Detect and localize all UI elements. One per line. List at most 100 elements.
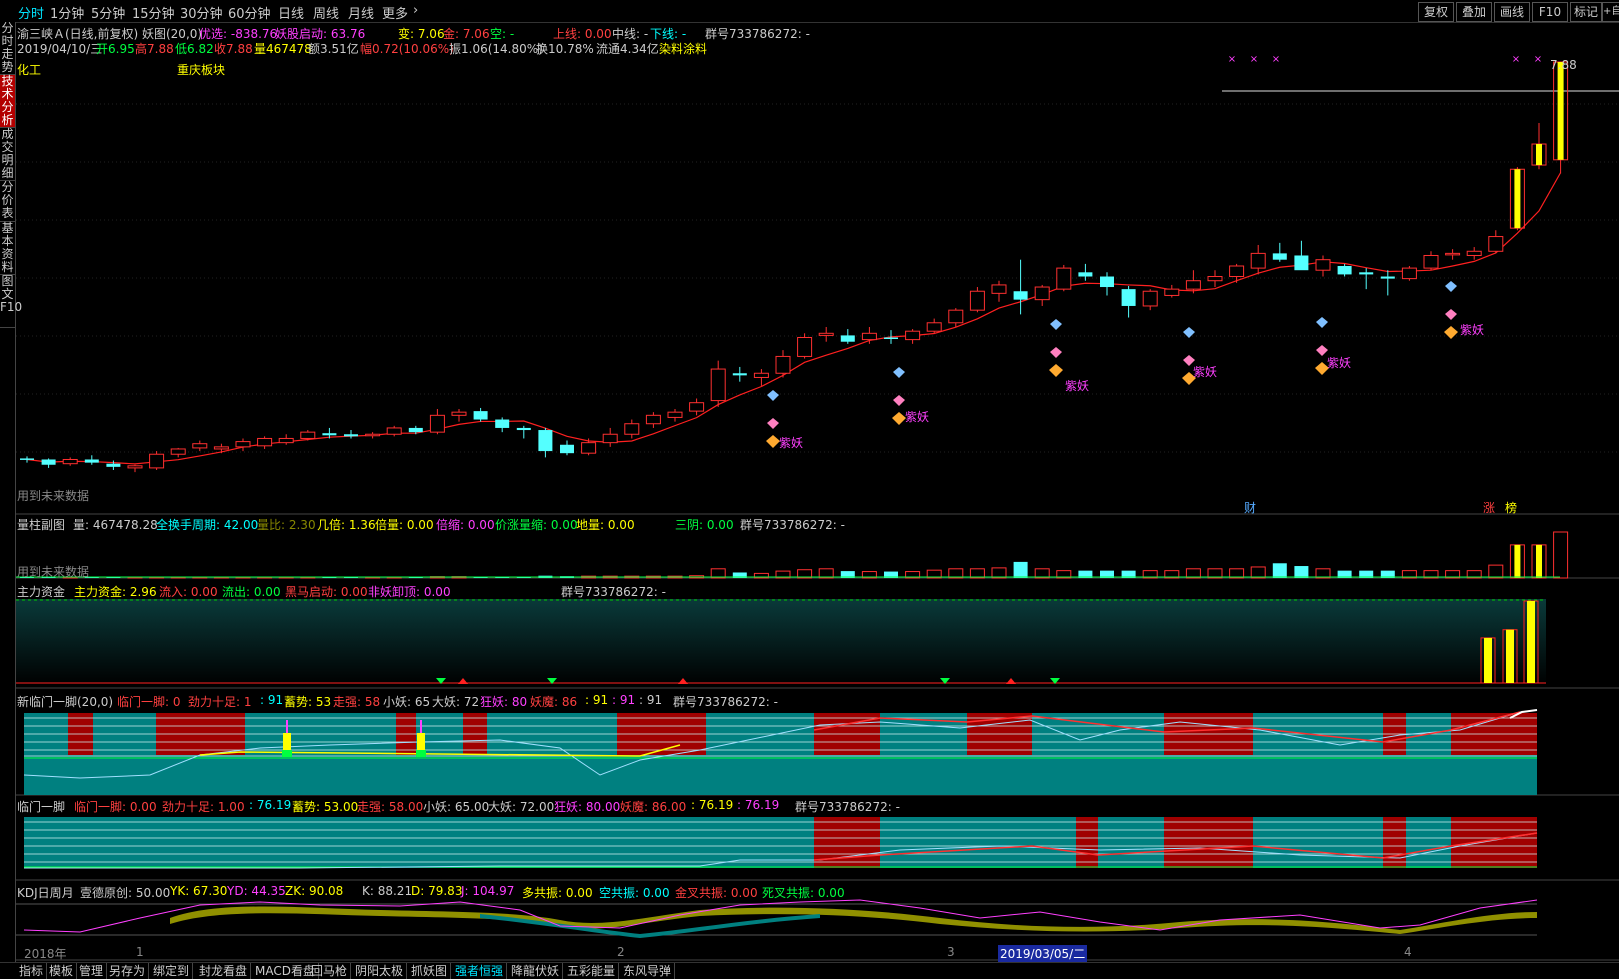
lm1-b: 劲力十足: 1 (188, 695, 252, 709)
region-label: 重庆板块 (177, 63, 226, 77)
tab-template[interactable]: 模板 (46, 963, 78, 979)
volume-bar (1272, 563, 1287, 578)
candle-body (365, 433, 381, 437)
chart-canvas[interactable]: × × × × × (0, 0, 1619, 978)
tab-fenglong[interactable]: 封龙看盘 (196, 963, 252, 979)
kdj-title: KDJ日周月 (17, 886, 74, 900)
fund-zhuli: 主力资金: 2.96 (74, 585, 157, 599)
volume-bar (1294, 566, 1309, 578)
tab-bind[interactable]: 绑定到 (150, 963, 194, 979)
lm2-i: 妖魔: 86.00 (620, 800, 687, 814)
kdj-kong: 空共振: 0.00 (599, 886, 670, 900)
lm1-signal-bar (417, 733, 425, 750)
candle-body (775, 355, 791, 374)
kdj-j-line (23, 899, 1538, 933)
candle-body (1315, 259, 1331, 271)
lm1-l: : 91 (639, 693, 663, 707)
candle-body (1164, 288, 1180, 296)
lm1-e: 走强: 58 (333, 695, 381, 709)
ziyao-label: 紫妖 (1460, 323, 1485, 337)
axis-m3: 3 (947, 945, 955, 959)
lm2-c: : 76.19 (249, 798, 292, 812)
ziyao-label: 紫妖 (1193, 365, 1218, 379)
candle-body (257, 437, 273, 447)
vol-jiazhang: 价涨量缩: 0.00 (495, 518, 578, 532)
vol-quanhuan: 全换手周期: 42.00 (156, 518, 259, 532)
lm1-signal-bar (283, 733, 291, 750)
tab-saveas[interactable]: 另存为 (106, 963, 150, 979)
candle-body (645, 414, 661, 425)
vol-jibei: 几倍: 1.36 (317, 518, 376, 532)
candle-body (732, 373, 747, 376)
fund-bar-fill (1484, 637, 1492, 683)
tab-zhuayao[interactable]: 抓妖图 (408, 963, 452, 979)
candle-body (1142, 290, 1158, 307)
candle-body (495, 419, 510, 428)
diamond-icon (767, 418, 779, 429)
candle-body (170, 448, 186, 455)
lm1-g: 大妖: 72 (432, 695, 480, 709)
lm1-c: : 91 (260, 693, 284, 707)
candle-body (344, 434, 358, 437)
ziyao-label: 紫妖 (1065, 379, 1090, 393)
lm2-qun: 群号733786272: - (795, 800, 900, 814)
vol-beisuo: 倍缩: 0.00 (436, 518, 495, 532)
candle-body (1121, 289, 1136, 306)
lm1-title: 新临门一脚(20,0) (17, 695, 114, 709)
vol-diliang: 地量: 0.00 (576, 518, 635, 532)
tab-yinyang[interactable]: 阴阳太极 (352, 963, 408, 979)
candle-body (127, 465, 143, 469)
quote-date: 2019/04/10/三 (17, 42, 103, 56)
candle-body (1013, 291, 1028, 300)
volume-bar-fill (1514, 544, 1521, 578)
quote-turn: 换10.78% (536, 42, 594, 56)
quote-float: 流通4.34亿 (596, 42, 659, 56)
candle-body (926, 322, 942, 332)
lm2-title: 临门一脚 (17, 800, 66, 814)
candle-body (300, 431, 316, 439)
candle-body (451, 411, 467, 416)
lm2-g: 大妖: 72.00 (488, 800, 555, 814)
lm1-h: 狂妖: 80 (480, 695, 528, 709)
candle-body (1250, 252, 1266, 269)
candle-body (538, 430, 553, 452)
lm1-a: 临门一脚: 0 (117, 695, 181, 709)
fund-panel-title: 主力资金 (17, 585, 66, 599)
candle-body (1229, 265, 1245, 278)
diamond-icon (766, 435, 780, 448)
quote-amp: 振1.06(14.80%) (449, 42, 543, 56)
fund-heima: 黑马启动: 0.00 (285, 585, 368, 599)
vol-beiliang: 倍量: 0.00 (375, 518, 434, 532)
lm2-k: : 76.19 (737, 798, 780, 812)
ziyao-label: 紫妖 (779, 436, 804, 450)
tab-manage[interactable]: 管理 (76, 963, 108, 979)
tab-huimaqiang[interactable]: 回马枪 (308, 963, 352, 979)
tab-wucai[interactable]: 五彩能量 (564, 963, 620, 979)
candle-body (991, 284, 1007, 294)
ziyao-label: 紫妖 (1327, 356, 1352, 370)
candle-body (667, 411, 683, 418)
vol-qun: 群号733786272: - (740, 518, 845, 532)
lm2-b: 劲力十足: 1.00 (162, 800, 245, 814)
candle-body (1380, 276, 1395, 279)
tab-qiangzhe[interactable]: 强者恒强 (452, 963, 508, 979)
kdj-sicha: 死叉共振: 0.00 (762, 886, 845, 900)
tab-indicator[interactable]: 指标 (16, 963, 48, 979)
candle-body (213, 446, 229, 450)
candle-body (192, 443, 208, 449)
candle-body (473, 411, 488, 420)
lm2-a: 临门一脚: 0.00 (74, 800, 157, 814)
fund-liuru: 流入: 0.00 (159, 585, 218, 599)
ma-line (26, 172, 1562, 465)
tab-dongfeng[interactable]: 东风导弹 (620, 963, 676, 979)
bang-label: 榜 (1505, 501, 1518, 515)
candle-body (797, 337, 813, 357)
tab-xianglong[interactable]: 降龍伏妖 (508, 963, 564, 979)
lm2-zone (1076, 817, 1098, 868)
candle-body (1359, 272, 1374, 275)
lm2-f: 小妖: 65.00 (423, 800, 490, 814)
diamond-icon (1050, 319, 1062, 330)
volume-bar-fill (1536, 544, 1542, 578)
diamond-icon (1445, 309, 1457, 320)
candle-body (689, 402, 705, 412)
